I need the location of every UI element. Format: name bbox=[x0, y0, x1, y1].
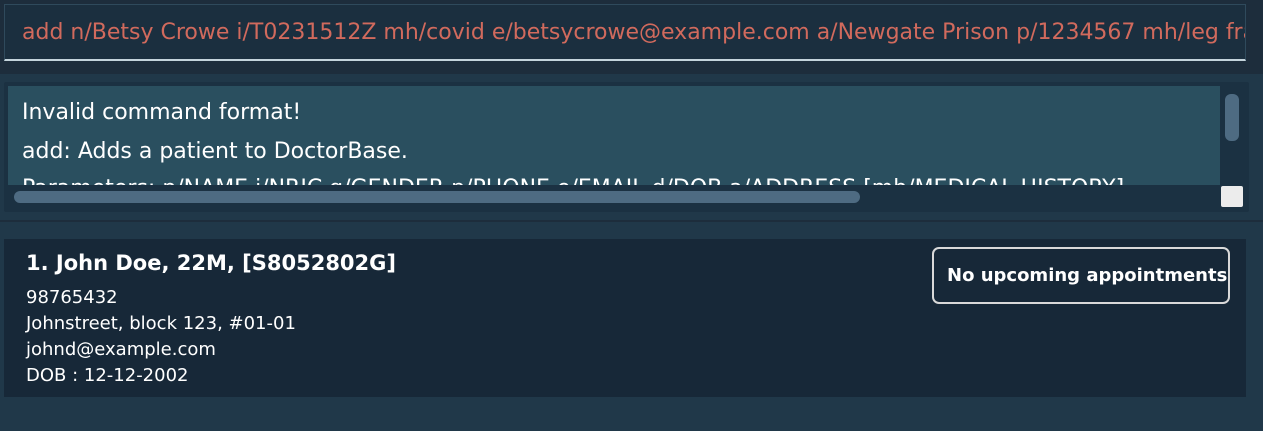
result-line-error: Invalid command format! bbox=[22, 100, 302, 125]
patient-card[interactable]: 1. John Doe, 22M, [S8052802G] 98765432 J… bbox=[4, 239, 1246, 397]
patient-phone: 98765432 bbox=[26, 287, 118, 308]
result-line-usage: add: Adds a patient to DoctorBase. bbox=[22, 139, 408, 164]
patient-address: Johnstreet, block 123, #01-01 bbox=[26, 313, 296, 334]
result-line-parameters: Parameters: n/NAME i/NRIC g/GENDER p/PHO… bbox=[22, 174, 1145, 185]
vertical-scrollbar-thumb[interactable] bbox=[1225, 94, 1239, 141]
patient-list-panel: 1. John Doe, 22M, [S8052802G] 98765432 J… bbox=[0, 222, 1263, 431]
result-panel: Invalid command format! add: Adds a pati… bbox=[0, 74, 1263, 220]
patient-dob: DOB : 12-12-2002 bbox=[26, 365, 189, 386]
result-text-area[interactable]: Invalid command format! add: Adds a pati… bbox=[8, 86, 1220, 185]
appointment-status-badge: No upcoming appointments bbox=[932, 247, 1230, 304]
patient-email: johnd@example.com bbox=[26, 339, 216, 360]
vertical-scrollbar[interactable] bbox=[1220, 86, 1244, 185]
patient-name-title: 1. John Doe, 22M, [S8052802G] bbox=[26, 251, 396, 275]
command-box[interactable] bbox=[4, 4, 1246, 61]
result-display: Invalid command format! add: Adds a pati… bbox=[4, 82, 1249, 212]
scrollbar-corner bbox=[1221, 186, 1243, 207]
command-input[interactable] bbox=[5, 5, 1245, 59]
horizontal-scrollbar[interactable] bbox=[8, 185, 1220, 207]
horizontal-scrollbar-thumb[interactable] bbox=[14, 191, 860, 203]
